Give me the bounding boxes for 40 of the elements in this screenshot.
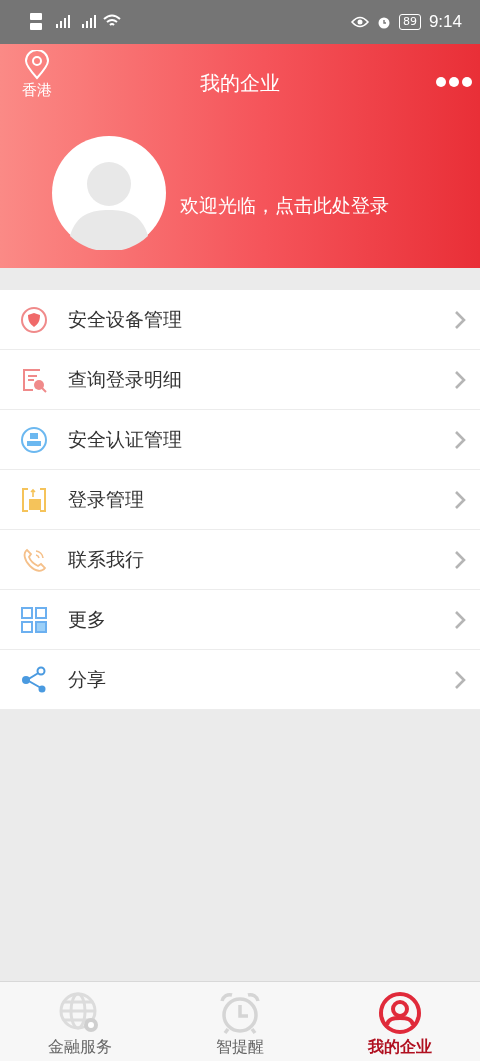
menu-label: 更多 [68, 606, 107, 632]
eye-icon [350, 16, 369, 28]
nav-tab[interactable]: 金融服务 [0, 982, 160, 1061]
menu-label: 安全设备管理 [68, 306, 183, 332]
menu-item[interactable]: 安全设备管理 [0, 290, 480, 350]
chevron-right-icon [454, 549, 466, 570]
chevron-right-icon [454, 489, 466, 510]
card-icon [20, 485, 48, 514]
chevron-right-icon [454, 429, 466, 450]
page-title: 我的企业 [199, 70, 281, 97]
menu-label: 安全认证管理 [68, 426, 183, 452]
status-time: 9:14 [428, 12, 462, 32]
user-icon [378, 991, 422, 1035]
shield-icon [20, 305, 48, 334]
avatar-icon[interactable] [52, 136, 166, 250]
id-badge-icon [20, 425, 48, 454]
menu-item[interactable]: 更多 [0, 590, 480, 650]
share-icon [20, 665, 48, 694]
chevron-right-icon [454, 609, 466, 630]
nav-tab[interactable]: 我的企业 [320, 982, 480, 1061]
grid-icon [20, 605, 48, 634]
chevron-right-icon [454, 309, 466, 330]
menu-label: 登录管理 [68, 486, 145, 512]
nav-tab[interactable]: 智提醒 [160, 982, 320, 1061]
alarm-icon [376, 15, 391, 29]
menu-label: 分享 [68, 666, 107, 692]
chevron-right-icon [454, 369, 466, 390]
menu-label: 联系我行 [68, 546, 145, 572]
menu-label: 查询登录明细 [68, 366, 183, 392]
location-label: 香港 [22, 81, 52, 100]
battery-level: 89 [398, 14, 421, 30]
alarm-clock-icon [218, 991, 262, 1035]
menu-item[interactable]: 登录管理 [0, 470, 480, 530]
menu-item[interactable]: 安全认证管理 [0, 410, 480, 470]
more-icon[interactable] [436, 77, 472, 87]
menu-item[interactable]: 分享 [0, 650, 480, 710]
location-pin-icon [24, 50, 50, 80]
menu-item[interactable]: 联系我行 [0, 530, 480, 590]
chevron-right-icon [454, 669, 466, 690]
menu-item[interactable]: 查询登录明细 [0, 350, 480, 410]
